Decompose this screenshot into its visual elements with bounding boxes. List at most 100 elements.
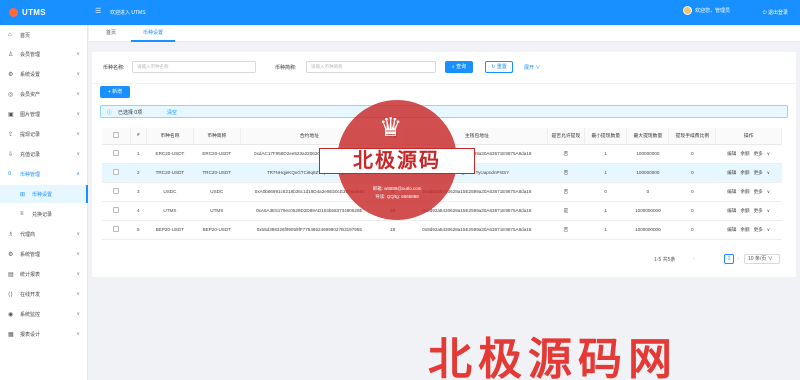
- sidebar-item-member[interactable]: ♙ 会员管理 ∨: [0, 45, 88, 63]
- cell-allow-withdraw: 否: [547, 220, 585, 240]
- cell-wallet: 0x9d92a8430628a15E2599a30A63671E9875A8da…: [406, 220, 548, 240]
- more-link[interactable]: 更多: [754, 189, 763, 194]
- sidebar-item-report-design[interactable]: ▦ 报表设计 ∨: [0, 325, 88, 343]
- balance-link[interactable]: 余额: [740, 189, 749, 194]
- sidebar-item-online-dev[interactable]: ⟨⟩ 在线开发 ∨: [0, 285, 88, 303]
- sidebar-item-deposit[interactable]: ⇩ 充值记录 ∨: [0, 145, 88, 163]
- cell-name: BEP20-USDT: [146, 220, 194, 240]
- sidebar-item-images[interactable]: ▣ 图片管理 ∨: [0, 105, 88, 123]
- chevron-down-icon: ∨: [76, 291, 80, 297]
- edit-link[interactable]: 编辑: [727, 189, 736, 194]
- row-checkbox-cell[interactable]: [102, 201, 131, 221]
- app-logo[interactable]: UTMS: [0, 0, 88, 25]
- cell-no: 1: [130, 144, 147, 164]
- balance-link[interactable]: 余额: [740, 227, 749, 232]
- row-checkbox[interactable]: [113, 226, 120, 232]
- currency-name-input[interactable]: 请输入币种名称: [132, 61, 256, 73]
- chevron-down-icon: ∨: [535, 65, 541, 71]
- page-size-select[interactable]: 10 条/页 ∨: [744, 254, 780, 264]
- column-header: 币种简称: [193, 128, 241, 145]
- more-link[interactable]: 更多: [754, 151, 763, 156]
- clear-selection-link[interactable]: 清空: [167, 109, 177, 116]
- cell-alias: BEP20-USDT: [193, 220, 241, 240]
- row-checkbox-cell[interactable]: [102, 144, 131, 164]
- edit-link[interactable]: 编辑: [727, 208, 736, 213]
- tab-home[interactable]: 首页: [99, 25, 123, 42]
- more-link[interactable]: 更多: [754, 227, 763, 232]
- selection-alert: ⓘ 已选择 0项 清空: [100, 105, 788, 118]
- expand-link-label: 展开: [524, 65, 535, 71]
- sidebar-item-reports[interactable]: ▤ 统计报表 ∨: [0, 265, 88, 283]
- more-link[interactable]: 更多: [754, 170, 763, 175]
- select-all-checkbox[interactable]: [112, 131, 119, 138]
- row-checkbox[interactable]: [113, 150, 120, 156]
- system-icon: ⚙: [8, 251, 14, 258]
- reset-button-label: 重置: [496, 64, 507, 70]
- pagination-total: 1-5 共5条: [654, 257, 676, 263]
- table-row[interactable]: 5 BEP20-USDT BEP20-USDT 0x55d398326f9905…: [102, 220, 782, 240]
- cell-max: 0: [626, 182, 669, 202]
- sidebar-item-exchange-records[interactable]: ≡ 兑换记录: [0, 205, 88, 223]
- chart-icon: ▤: [8, 271, 14, 278]
- more-link[interactable]: 更多: [754, 208, 763, 213]
- currency-alias-input[interactable]: 请输入币种简称: [306, 61, 436, 73]
- menu-toggle-icon[interactable]: ☰: [95, 8, 101, 16]
- sidebar-item-agent[interactable]: ♗ 代理商 ∨: [0, 225, 88, 243]
- sidebar-item-currency-settings[interactable]: ⊞ 币种设置: [0, 185, 88, 203]
- report-icon: ▦: [8, 331, 14, 338]
- sidebar-item-label: 图片管理: [20, 111, 41, 118]
- sidebar-item-currency[interactable]: ¤ 币种管理 ∧: [0, 165, 88, 183]
- chevron-down-icon: ∨: [76, 131, 80, 137]
- sidebar-item-member-assets[interactable]: ◎ 会员资产 ∨: [0, 85, 88, 103]
- cell-alias: UTMS: [193, 201, 241, 221]
- select-all-checkbox-cell[interactable]: [102, 128, 131, 145]
- row-checkbox[interactable]: [113, 169, 120, 175]
- tab-currency-settings[interactable]: 币种设置: [131, 25, 175, 42]
- currency-alias-label: 币种简称:: [275, 65, 297, 71]
- cell-contract: 0x55d398326f99059fF775485246999027B31979…: [240, 220, 379, 240]
- column-header: 最小提现数量: [584, 128, 628, 145]
- prev-page-icon[interactable]: ‹: [693, 256, 695, 262]
- page-number[interactable]: 1: [724, 254, 734, 264]
- sidebar-item-label: 代理商: [20, 231, 36, 238]
- sidebar-item-withdraw[interactable]: ⇪ 提现记录 ∨: [0, 125, 88, 143]
- user-menu[interactable]: 欢迎您，管理员: [682, 6, 730, 15]
- edit-link[interactable]: 编辑: [727, 170, 736, 175]
- cell-precision: 18: [378, 220, 407, 240]
- row-checkbox-cell[interactable]: [102, 163, 131, 183]
- row-checkbox-cell[interactable]: [102, 182, 131, 202]
- add-button[interactable]: + 新增: [100, 86, 130, 98]
- chevron-down-icon: ∨: [766, 150, 771, 156]
- edit-link[interactable]: 编辑: [727, 151, 736, 156]
- query-button[interactable]: ⌕ 查询: [445, 61, 473, 73]
- next-page-icon[interactable]: ›: [737, 256, 739, 262]
- row-checkbox[interactable]: [113, 188, 120, 194]
- row-checkbox[interactable]: [113, 207, 120, 213]
- balance-link[interactable]: 余额: [740, 208, 749, 213]
- cell-name: TRC20-USDT: [146, 163, 194, 183]
- cell-min: 1: [584, 163, 627, 183]
- reset-button[interactable]: ↻ 重置: [485, 61, 513, 73]
- edit-link[interactable]: 编辑: [727, 227, 736, 232]
- logout-button[interactable]: ⏻ 退出登录: [763, 9, 788, 16]
- chevron-down-icon: ∨: [76, 151, 80, 157]
- sidebar-item-system-settings[interactable]: ⚙ 系统设置 ∨: [0, 65, 88, 83]
- pagination: 1-5 共5条 ‹ 1 › 10 条/页 ∨: [92, 254, 796, 266]
- table-row[interactable]: 4 UTMS UTMS 0xA5A3E5179ec0528D2D89AD103b…: [102, 201, 782, 221]
- row-checkbox-cell[interactable]: [102, 220, 131, 240]
- balance-link[interactable]: 余额: [740, 151, 749, 156]
- chevron-down-icon: ∨: [76, 331, 80, 337]
- column-header: 提现手续费比例: [668, 128, 717, 145]
- column-header: 最大提现数量: [626, 128, 670, 145]
- sidebar-item-home[interactable]: ⌂ 首页: [0, 26, 88, 44]
- sidebar-item-system-manage[interactable]: ⚙ 系统管理 ∨: [0, 245, 88, 263]
- sidebar: ⌂ 首页 ♙ 会员管理 ∨ ⚙ 系统设置 ∨ ◎ 会员资产 ∨ ▣ 图片管理 ∨…: [0, 25, 88, 380]
- user-greeting: 欢迎您，管理员: [694, 8, 730, 14]
- currency-name-label: 币种名称:: [103, 65, 125, 71]
- chevron-down-icon: ∨: [76, 251, 80, 257]
- cell-name: UTMS: [146, 201, 194, 221]
- cell-max: 100000000: [626, 144, 669, 164]
- expand-link[interactable]: 展开 ∨: [524, 64, 540, 71]
- sidebar-item-monitor[interactable]: ◉ 系统监控 ∨: [0, 305, 88, 323]
- balance-link[interactable]: 余额: [740, 170, 749, 175]
